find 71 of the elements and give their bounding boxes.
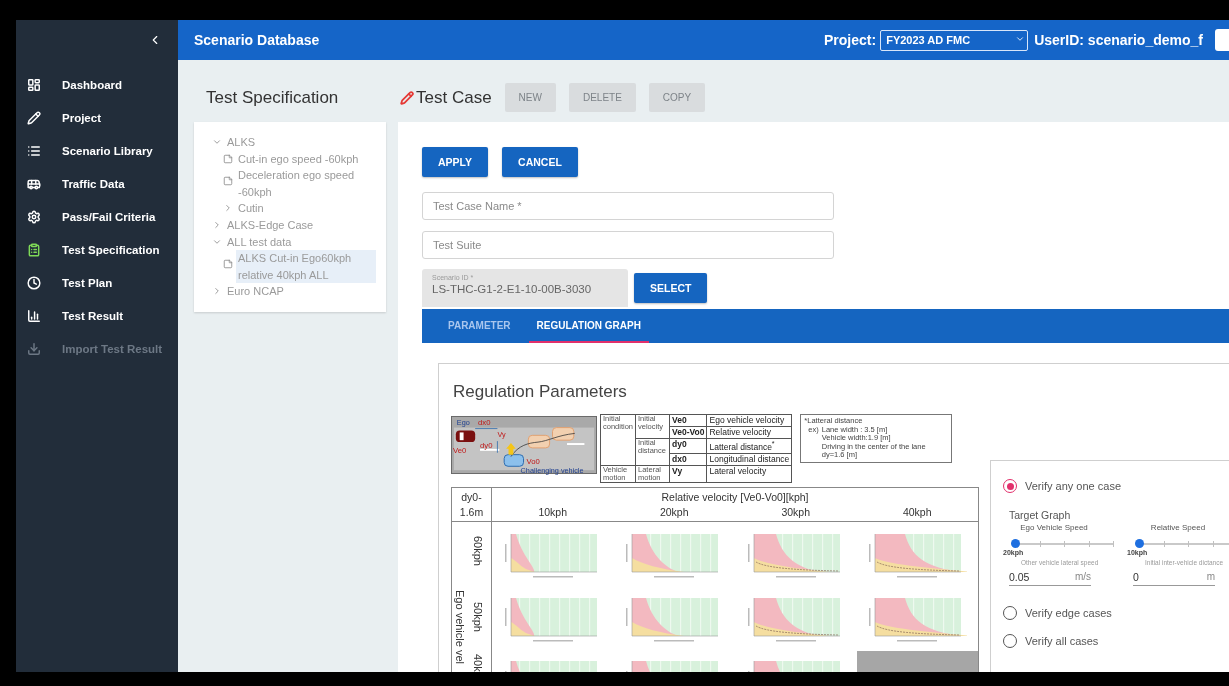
table-cell: Ve0 (669, 414, 707, 427)
diagram-label: dx0 (478, 417, 491, 427)
chevron-right-icon[interactable] (223, 203, 233, 214)
table-cell: Relative velocity (707, 426, 792, 439)
slider-thumb[interactable] (1135, 539, 1144, 548)
tab[interactable]: PARAMETER (440, 309, 519, 343)
app-title: Scenario Database (194, 32, 321, 48)
diagram-label: Vo0 (526, 457, 540, 467)
nav-item[interactable]: Pass/Fail Criteria (16, 200, 178, 233)
table-header: Relative velocity [Ve0-Vo0][kph] (661, 489, 809, 505)
radio-option[interactable]: Verify any one case (1003, 479, 1227, 493)
diagram-label: dy0 (480, 440, 493, 450)
text-field[interactable]: Test Suite (422, 231, 834, 259)
row-label: 60kph (472, 535, 484, 566)
number-field[interactable]: 0 m (1133, 571, 1215, 586)
action-button[interactable]: CANCEL (502, 147, 578, 177)
chevron-right-icon[interactable] (212, 286, 222, 297)
nav-item[interactable]: Test Specification (16, 233, 178, 266)
chevron-right-icon[interactable] (212, 219, 222, 230)
panel-title: Regulation Parameters (453, 382, 628, 402)
tab[interactable]: REGULATION GRAPH (528, 309, 649, 343)
column-header: 10kph (537, 504, 569, 519)
select-button[interactable]: SELECT (634, 273, 708, 303)
project-select[interactable]: FY2023 AD FMC (880, 29, 1029, 51)
pencil-icon (400, 90, 414, 105)
column-header: 40kph (901, 504, 933, 519)
axis-label: Ego vehicle vel (454, 589, 466, 664)
tree-item[interactable]: ALKS-Edge Case (225, 216, 316, 234)
column-header: 30kph (780, 504, 812, 519)
tree-item[interactable]: ALKS (225, 134, 258, 151)
caret-icon (1015, 34, 1026, 44)
table-cell: Latteral distance$^{*}$ (707, 438, 792, 454)
nav-item[interactable]: Test Result (16, 299, 178, 332)
header-button[interactable] (1215, 29, 1229, 51)
table-cell: Lateral velocity (707, 465, 792, 483)
section-title: Test Specification (206, 88, 340, 108)
table-cell: Ve0-Vo0 (669, 426, 707, 439)
radio-option[interactable]: Verify edge cases (1003, 606, 1227, 620)
table-cell: dy0 (669, 438, 707, 454)
column-header: 20kph (658, 504, 690, 519)
tree-item[interactable]: Deceleration ego speed -60kph (236, 167, 376, 201)
field-value: LS-THC-G1-2-E1-10-00B-3030 (432, 283, 593, 295)
chevron-down-icon[interactable] (212, 137, 222, 147)
project-label: Project: (824, 32, 877, 48)
row-label: 40k (472, 653, 484, 672)
table-cell: Vy (669, 465, 707, 483)
nav-item[interactable]: Dashboard (16, 68, 178, 101)
nav-item[interactable]: Project (16, 101, 178, 134)
tree-item[interactable]: Cutin (236, 200, 266, 217)
table-cell: dx0 (669, 453, 707, 466)
tree-item[interactable]: ALL test data (225, 233, 294, 251)
nav-item[interactable]: Test Plan (16, 266, 178, 299)
table-cell: Longitudinal distance (707, 453, 792, 466)
row-label: 50kph (472, 601, 484, 632)
action-button[interactable]: APPLY (422, 147, 489, 177)
tree-item[interactable]: Euro NCAP (225, 283, 286, 300)
slider-label: Ego Vehicle Speed (1019, 523, 1089, 532)
group-title: Target Graph (1009, 509, 1072, 521)
number-field[interactable]: 0.05 m/s (1009, 571, 1091, 586)
table-cell: Ego vehicle velocity (707, 414, 792, 427)
text-field[interactable]: Test Case Name * (422, 192, 834, 220)
user-id: UserID: scenario_demo_f (1034, 32, 1203, 48)
table-header: dy0-1.6m (452, 487, 492, 521)
tree-item[interactable]: Cut-in ego speed -60kph (236, 150, 361, 168)
section-title: Test Case (400, 87, 492, 108)
diagram-label: Ve0 (452, 445, 467, 455)
radio-option[interactable]: Verify all cases (1003, 634, 1227, 648)
nav-item[interactable]: Traffic Data (16, 167, 178, 200)
nav-item[interactable]: Scenario Library (16, 134, 178, 167)
slider-thumb[interactable] (1011, 539, 1020, 548)
slider-label: Relative Speed (1149, 523, 1207, 532)
